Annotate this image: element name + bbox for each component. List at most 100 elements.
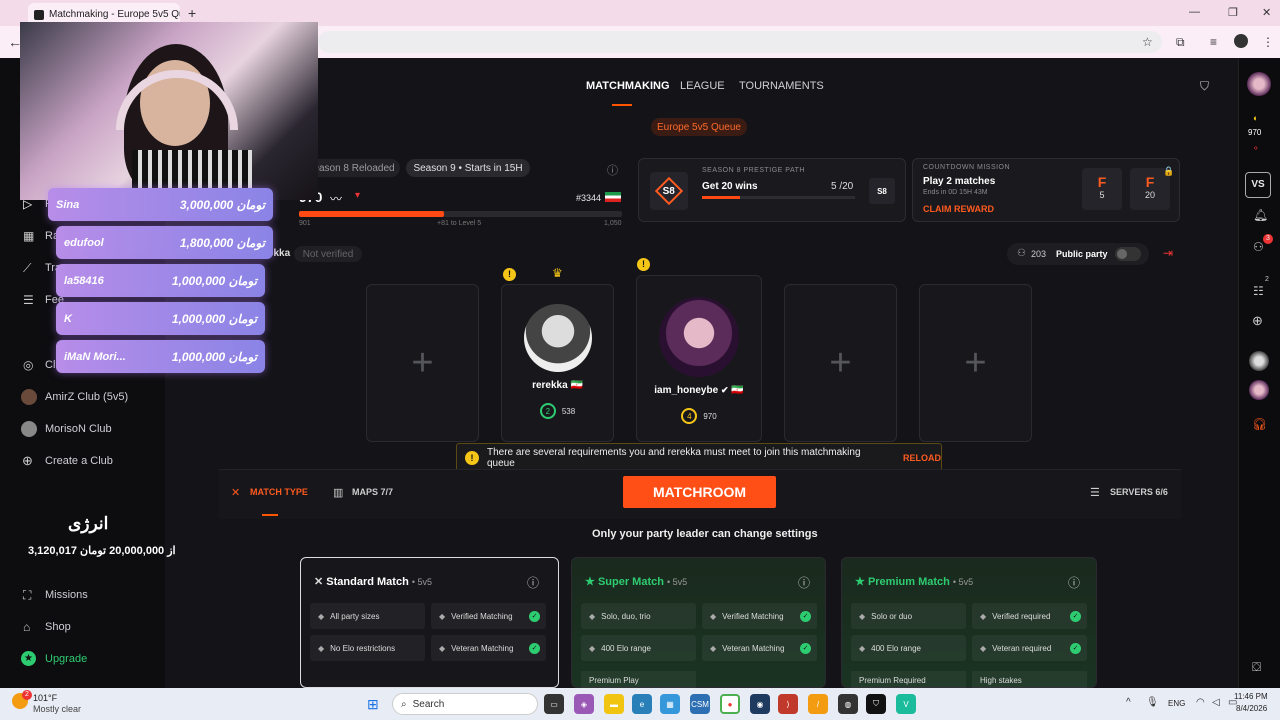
extensions-icon[interactable]: ⧉ — [1176, 35, 1185, 50]
feature-label: Verified Matching — [451, 611, 513, 621]
empty-party-slot[interactable]: + — [784, 284, 897, 442]
bookmark-star-icon[interactable]: ☆ — [1142, 35, 1153, 49]
track-icon[interactable]: ⟋ — [23, 261, 31, 276]
rail-elo-trend-icon: ⚬ — [1252, 143, 1260, 153]
csm-icon[interactable]: CSM — [690, 694, 710, 714]
taskbar-search[interactable]: ⌕ Search — [392, 693, 538, 715]
restore-button[interactable]: ❐ — [1228, 6, 1238, 19]
feature-label: Premium Required — [859, 676, 926, 685]
tab-tournaments[interactable]: TOURNAMENTS — [739, 80, 824, 92]
language-indicator[interactable]: ENG — [1168, 699, 1185, 708]
empty-party-slot[interactable]: + — [366, 284, 479, 442]
friends-icon[interactable]: ⚇ — [1253, 240, 1264, 254]
club-avatar[interactable] — [21, 421, 37, 437]
chrome-icon[interactable]: ● — [720, 694, 740, 714]
clock-date[interactable]: 8/4/2026 — [1236, 704, 1267, 713]
close-window-button[interactable]: ✕ — [1262, 6, 1271, 19]
card-subtitle: • 5v5 — [667, 577, 688, 587]
obs-icon[interactable]: ◍ — [838, 694, 858, 714]
minimize-button[interactable]: — — [1189, 6, 1200, 18]
clock-time[interactable]: 11:46 PM — [1234, 692, 1268, 701]
ranking-icon[interactable]: ▦ — [23, 229, 34, 243]
leave-party-icon[interactable]: ⇥ — [1163, 246, 1173, 260]
shield-icon[interactable]: ⛉ — [1200, 79, 1209, 94]
mic-icon[interactable]: 🎙︎ — [1146, 697, 1159, 708]
windows-start-icon[interactable]: ⊞ — [367, 696, 379, 713]
shop-icon[interactable]: ⌂ — [23, 620, 30, 634]
feed-icon[interactable]: ☰ — [23, 293, 34, 307]
my-avatar[interactable] — [1247, 72, 1271, 96]
headset-icon[interactable]: 🎧︎ — [1252, 417, 1267, 431]
club-amirz[interactable]: AmirZ Club (5v5) — [45, 391, 128, 403]
season-8-tab[interactable]: eason 8 Reloaded — [308, 159, 400, 177]
matchroom-button[interactable]: MATCHROOM — [623, 476, 776, 508]
create-club-link[interactable]: Create a Club — [45, 455, 113, 467]
rail-elo: 970 — [1248, 128, 1262, 137]
file-explorer-icon[interactable]: ▬ — [604, 694, 624, 714]
map-icon: ▥ — [333, 487, 344, 499]
wifi-icon[interactable]: ◠ — [1196, 697, 1205, 708]
store-icon[interactable]: ▦ — [660, 694, 680, 714]
season-9-tab[interactable]: Season 9 • Starts in 15H — [406, 159, 530, 177]
player-card[interactable]: rerekka 🇮🇷 2 538 — [501, 284, 614, 442]
app-icon[interactable]: ⛉ — [866, 694, 886, 714]
donation-item: Sina 3,000,000 تومان — [48, 188, 273, 221]
feature-icon: ◆ — [589, 611, 596, 621]
edge-icon[interactable]: e — [632, 694, 652, 714]
nav-shop[interactable]: Shop — [45, 621, 71, 633]
weather-badge: 2 — [22, 690, 32, 700]
bell-icon[interactable]: 🔔︎ — [1253, 208, 1268, 222]
party-member-avatar[interactable] — [1249, 351, 1269, 371]
volume-icon[interactable]: ◁ — [1212, 697, 1220, 708]
app-icon[interactable]: ◈ — [574, 694, 594, 714]
chevron-down-icon[interactable]: ▾ — [355, 190, 360, 201]
upgrade-icon[interactable]: ★ — [21, 651, 36, 666]
servers-tab[interactable]: SERVERS 6/6 — [1110, 487, 1168, 497]
clubs-icon[interactable]: ◎ — [23, 358, 33, 372]
check-icon: ✓ — [1070, 610, 1081, 622]
level-hint: +81 to Level 5 — [437, 220, 482, 227]
info-icon[interactable]: ⓘ — [1068, 574, 1080, 591]
maps-tab[interactable]: MAPS 7/7 — [352, 487, 393, 497]
tab-matchmaking[interactable]: MATCHMAKING — [586, 80, 670, 92]
public-party-toggle[interactable] — [1115, 247, 1141, 261]
tab-league[interactable]: LEAGUE — [680, 80, 725, 92]
profile-avatar[interactable] — [1234, 34, 1248, 48]
address-bar[interactable] — [318, 31, 1162, 53]
claim-reward-button[interactable]: CLAIM REWARD — [923, 204, 994, 214]
nav-upgrade[interactable]: Upgrade — [45, 653, 87, 665]
club-morison[interactable]: MorisoN Club — [45, 423, 112, 435]
tray-chevron-icon[interactable]: ^ — [1126, 697, 1131, 708]
info-icon[interactable]: ⓘ — [607, 162, 618, 178]
party-icon[interactable]: ☷ — [1253, 284, 1264, 298]
reload-button[interactable]: RELOAD — [903, 453, 941, 463]
app-icon[interactable]: ◉ — [750, 694, 770, 714]
info-icon[interactable]: ⓘ — [798, 574, 810, 591]
browser-menu-icon[interactable]: ⋮ — [1262, 35, 1274, 49]
premium-match-icon: ★ — [855, 576, 865, 588]
task-view-icon[interactable]: ▭ — [544, 694, 564, 714]
app-icon[interactable]: / — [808, 694, 828, 714]
match-type-tab[interactable]: MATCH TYPE — [250, 487, 308, 497]
missions-icon[interactable]: ⛶ — [23, 588, 31, 603]
nav-missions[interactable]: Missions — [45, 589, 88, 601]
chat-icon[interactable]: ⛋ — [1252, 660, 1261, 675]
player-card[interactable]: iam_honeybe ✔ 🇮🇷 4 970 — [636, 275, 762, 442]
club-avatar[interactable] — [21, 389, 37, 405]
vs-button[interactable]: VS — [1245, 172, 1271, 198]
queue-badge[interactable]: Europe 5v5 Queue — [651, 118, 747, 136]
info-icon[interactable]: ⓘ — [527, 574, 539, 591]
party-member-avatar[interactable] — [1249, 380, 1269, 400]
empty-party-slot[interactable]: + — [919, 284, 1032, 442]
app-icon[interactable]: V — [896, 694, 916, 714]
new-tab-button[interactable]: + — [188, 5, 196, 21]
crossed-swords-icon: ✕ — [231, 487, 241, 499]
media-icon[interactable]: ≡ — [1210, 35, 1217, 49]
warning-icon[interactable]: ! — [503, 268, 516, 281]
app-icon[interactable]: ⟩ — [778, 694, 798, 714]
add-circle-icon[interactable]: ⊕ — [1252, 313, 1263, 329]
feature-label: High stakes — [980, 676, 1022, 685]
level-icon: ◖ — [1252, 113, 1258, 123]
warning-icon[interactable]: ! — [637, 258, 650, 271]
add-circle-icon[interactable]: ⊕ — [22, 453, 33, 469]
